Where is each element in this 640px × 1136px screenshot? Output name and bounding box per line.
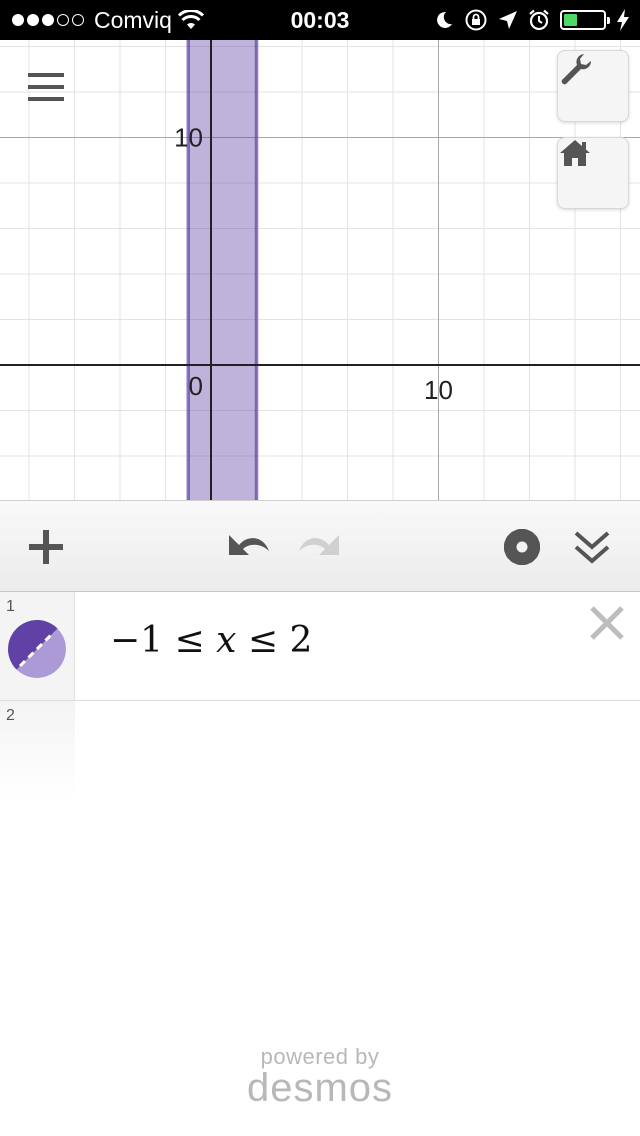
zoom-default-button[interactable]: [557, 137, 629, 209]
expression-gutter: 2: [0, 701, 75, 801]
origin-label: 0: [189, 371, 203, 401]
delete-expression-button[interactable]: [588, 604, 626, 647]
battery-level-fill: [564, 14, 578, 26]
shaded-region-icon: [8, 620, 66, 678]
y-tick-label: 10: [174, 123, 203, 153]
hide-expressions-button[interactable]: [568, 523, 616, 571]
graph-settings-button[interactable]: [557, 50, 629, 122]
expression-row[interactable]: 1 −1 ≤ x ≤ 2: [0, 592, 640, 701]
powered-by-desmos[interactable]: powered by desmos: [0, 1044, 640, 1108]
expression-math[interactable]: −1 ≤ x ≤ 2: [110, 620, 312, 661]
wrench-icon: [561, 54, 592, 85]
menu-button[interactable]: [26, 70, 68, 106]
close-icon: [590, 606, 624, 640]
expression-row-empty[interactable]: 2: [0, 701, 640, 801]
expression-toolbar: [0, 500, 640, 592]
settings-button[interactable]: [498, 523, 546, 571]
undo-icon: [229, 535, 269, 555]
x-tick-label: 10: [424, 375, 453, 405]
add-expression-button[interactable]: [22, 523, 70, 571]
graph-canvas[interactable]: 10 0 10: [0, 40, 640, 500]
alarm-icon: [529, 9, 549, 31]
gear-hole: [516, 541, 528, 553]
battery-icon: [560, 10, 610, 30]
status-right: [434, 6, 630, 34]
expression-number: 1: [6, 598, 15, 615]
expression-number: 2: [6, 707, 15, 724]
rotation-lock-icon: [465, 9, 487, 31]
collapse-icon: [574, 531, 610, 564]
redo-button[interactable]: [296, 523, 344, 571]
graph-paper[interactable]: 10 0 10: [0, 40, 640, 500]
add-icon: [29, 530, 63, 564]
status-bar: Comviq 00:03: [0, 0, 640, 40]
location-icon: [499, 11, 517, 29]
home-icon: [560, 140, 590, 166]
redo-icon: [299, 535, 339, 555]
moon-icon: [437, 11, 452, 28]
charging-icon: [617, 9, 629, 31]
expression-list: 1 −1 ≤ x ≤ 2 2: [0, 592, 640, 801]
shaded-region: [188, 40, 257, 500]
expression-gutter: 1: [0, 592, 75, 700]
settings-icon: [504, 529, 540, 565]
menu-icon: [28, 73, 64, 101]
expression-style-icon[interactable]: [8, 620, 66, 678]
undo-button[interactable]: [224, 523, 272, 571]
desmos-logo: desmos: [246, 1066, 394, 1110]
